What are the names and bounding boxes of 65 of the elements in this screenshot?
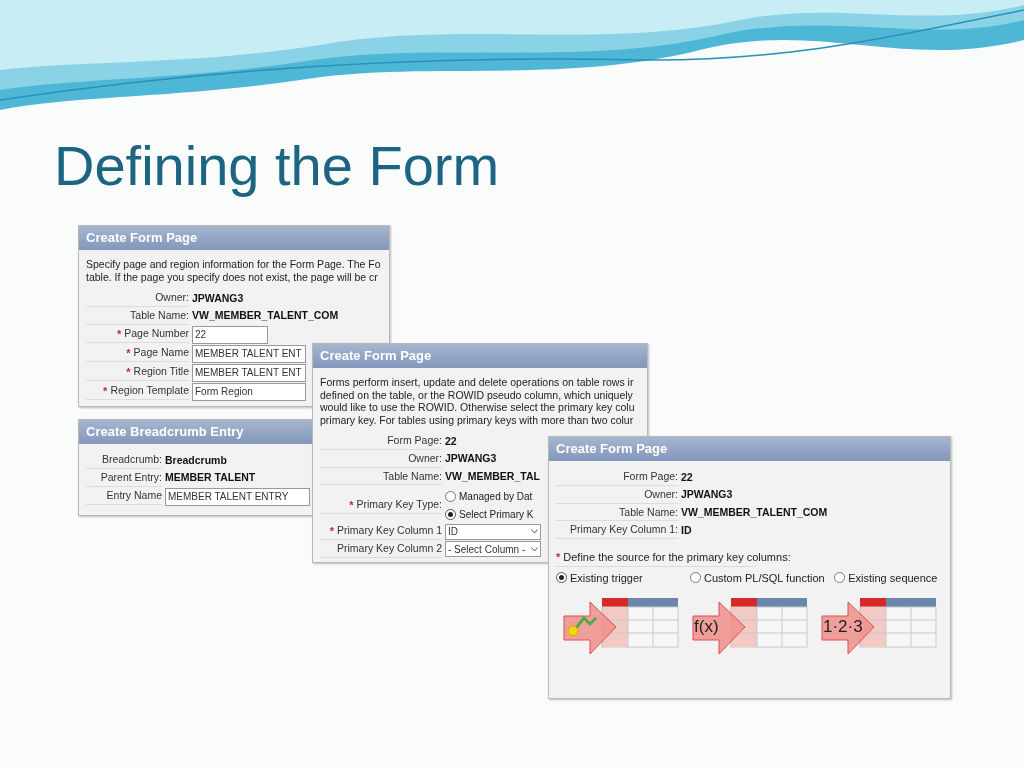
field-value: MEMBER TALENT [165, 470, 256, 486]
required-mark: * [126, 347, 131, 359]
radio-button[interactable] [834, 572, 846, 584]
field-label: Primary Key Type: [356, 497, 442, 513]
text-field[interactable]: 22 [192, 325, 268, 344]
radio-label: Existing trigger [570, 570, 643, 586]
field-value: JPWANG3 [681, 487, 733, 503]
field-label: Owner: [155, 290, 189, 305]
radio-label: Select Primary K [459, 508, 534, 523]
select-field[interactable]: - Select Column - [445, 541, 541, 558]
radio-button[interactable] [690, 572, 701, 584]
intro-text: Forms perform insert, update and delete operations on table rows ir defined on the table, or the ROWID pseudo column, which uniquely would like to use the ROWID. Otherwise select the primary key colu primary key. For tables using primary keys with more than two colur [320, 376, 636, 426]
caret-icon [531, 529, 538, 535]
field-label: Table Name: [130, 307, 189, 323]
field-label: Form Page: [623, 469, 678, 484]
field-value: 22 [445, 433, 457, 449]
required-mark: * [116, 328, 122, 340]
field-value: ID [681, 522, 692, 538]
field-label: Table Name: [383, 468, 442, 484]
required-mark: * [329, 525, 334, 537]
field-value: Breadcrumb [165, 452, 227, 468]
radio-label: Existing sequence [848, 570, 938, 586]
radio-label: Custom PL/SQL function [704, 570, 825, 586]
field-label: Primary Key Column 1 [336, 523, 442, 539]
field-value: 22 [681, 469, 693, 485]
prompt-text: Define the source for the primary key columns: [563, 550, 791, 565]
required-mark: * [126, 366, 131, 378]
field-label: Region Template [110, 383, 189, 399]
select-field[interactable]: ID [445, 523, 541, 540]
field-value: VW_MEMBER_TALENT_COM [192, 308, 339, 324]
text-field[interactable]: MEMBER TALENT ENT [192, 363, 306, 382]
field-label: Owner: [644, 486, 678, 502]
panel-header: Create Form Page [549, 437, 950, 461]
radio-button[interactable] [445, 491, 456, 503]
field-label: Form Page: [387, 433, 442, 448]
field-label: Primary Key Column 2 [336, 541, 442, 556]
intro-text: Specify page and region information for the Form Page. The Fo table. If the page you specify does not exist, the page will be cr [86, 258, 382, 283]
field-value: VW_MEMBER_TALENT_COM [681, 505, 828, 520]
field-label: Breadcrumb: [101, 452, 162, 467]
text-field[interactable]: MEMBER TALENT ENT [192, 344, 306, 363]
field-label: Page Number [124, 326, 189, 342]
required-mark: * [349, 499, 354, 511]
field-value: VW_MEMBER_TAL [445, 469, 540, 484]
field-label: Table Name: [619, 504, 678, 520]
field-label: Owner: [408, 450, 442, 466]
radio-button[interactable] [556, 572, 567, 584]
caret-icon [531, 546, 538, 552]
slide-title: Defining the Form [54, 133, 500, 199]
field-label: Primary Key Column 1: [570, 522, 678, 538]
radio-label: Managed by Dat [459, 490, 533, 505]
text-field[interactable]: Form Region [192, 382, 306, 401]
field-label: Region Title [133, 364, 189, 380]
text-field[interactable]: MEMBER TALENT ENTRY [165, 487, 310, 506]
field-label: Parent Entry: [100, 469, 162, 485]
icon-label: f(x) [694, 618, 719, 636]
panel-header: Create Form Page [313, 344, 647, 368]
field-value: JPWANG3 [445, 451, 497, 467]
field-label: Entry Name [106, 488, 162, 504]
icon-label: 1·2·3 [823, 618, 863, 636]
panel-header: Create Form Page [79, 226, 389, 250]
radio-button[interactable] [445, 509, 456, 521]
required-mark: * [103, 385, 108, 397]
field-value: JPWANG3 [192, 290, 244, 306]
required-mark: * [556, 551, 561, 563]
field-label: Page Name [133, 345, 189, 361]
